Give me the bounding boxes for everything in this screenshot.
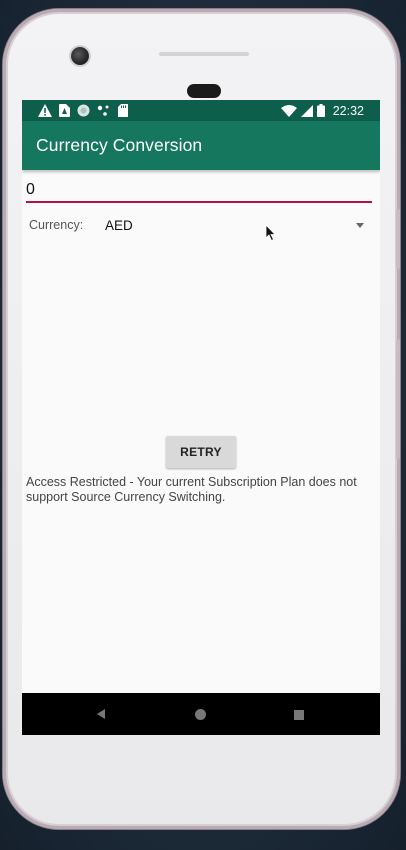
amount-input[interactable] <box>26 179 372 203</box>
system-indicators: 22:32 <box>280 102 364 119</box>
sim-card-alert-icon <box>59 104 70 117</box>
dots-icon <box>97 105 109 116</box>
currency-selected-value: AED <box>105 218 133 233</box>
app-bar: Currency Conversion <box>22 121 380 170</box>
notification-icons <box>38 103 128 118</box>
mouse-pointer-icon <box>266 225 276 241</box>
battery-icon <box>316 104 325 117</box>
navigation-bar <box>22 693 380 735</box>
app-title: Currency Conversion <box>36 135 203 155</box>
dropdown-arrow-icon <box>356 223 364 228</box>
speaker-slot <box>159 52 249 56</box>
front-camera <box>71 47 89 65</box>
power-button <box>396 209 400 269</box>
warning-icon <box>38 104 52 117</box>
currency-label: Currency: <box>29 218 84 232</box>
cell-signal-icon <box>300 104 313 117</box>
status-bar: 22:32 <box>22 100 380 121</box>
earpiece <box>187 84 221 98</box>
phone-screen: 22:32 Currency Conversion Currency: AED … <box>22 100 380 735</box>
home-icon[interactable] <box>195 709 206 720</box>
retry-button[interactable]: RETRY <box>166 436 236 468</box>
sd-card-icon <box>118 104 128 117</box>
volume-button <box>396 339 400 459</box>
status-time: 22:32 <box>332 103 364 118</box>
error-message: Access Restricted - Your current Subscri… <box>26 475 357 504</box>
desktop-background: 22:32 Currency Conversion Currency: AED … <box>0 0 406 850</box>
wifi-icon <box>280 104 297 117</box>
recents-icon[interactable] <box>294 710 304 720</box>
back-icon[interactable] <box>97 709 105 719</box>
currency-dropdown[interactable]: AED <box>102 212 372 238</box>
circle-app-icon <box>77 104 90 117</box>
